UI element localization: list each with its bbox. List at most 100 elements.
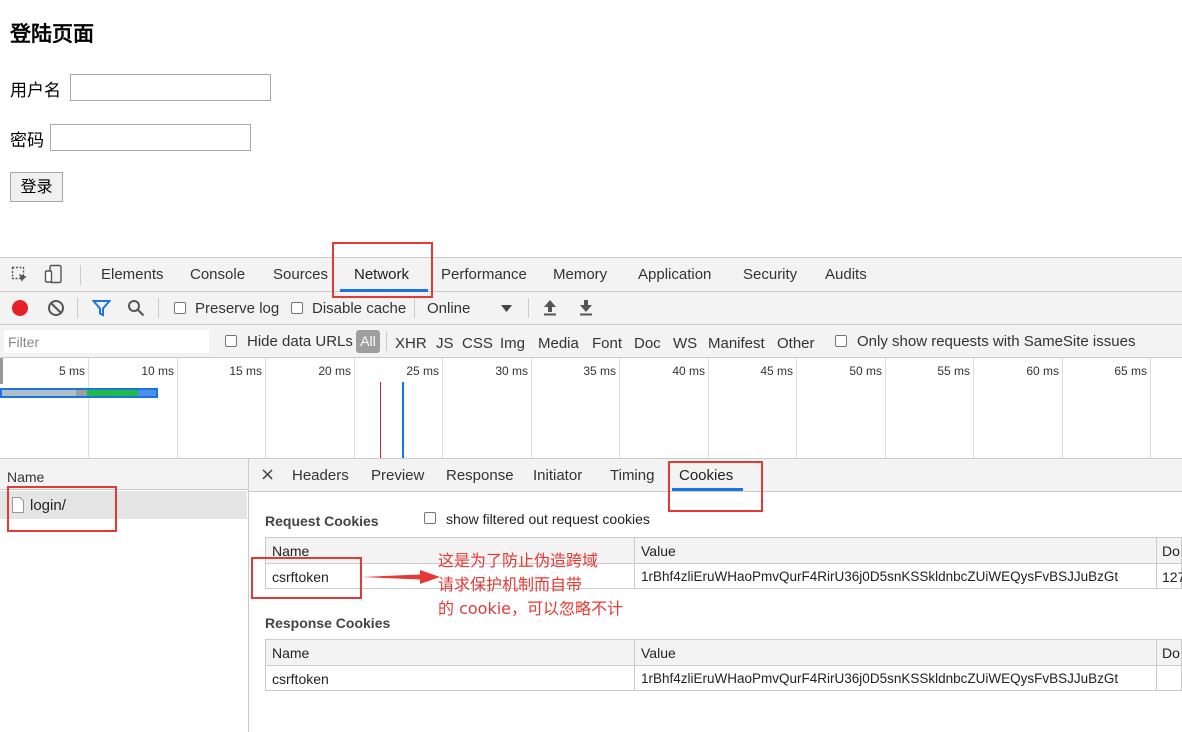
tab-memory[interactable]: Memory xyxy=(553,266,607,283)
network-toolbar: Preserve log Disable cache Online xyxy=(0,292,1182,325)
filter-type-all[interactable]: All xyxy=(356,330,380,353)
tab-application[interactable]: Application xyxy=(638,266,711,283)
timeline-gridline xyxy=(177,358,178,458)
disable-cache-checkbox[interactable] xyxy=(291,302,303,314)
timeline-tick-label: 5 ms xyxy=(58,364,85,378)
filter-type-manifest[interactable]: Manifest xyxy=(708,335,765,352)
timeline-gridline xyxy=(619,358,620,458)
domcontentloaded-marker xyxy=(402,382,404,458)
toolbar-divider xyxy=(80,265,81,285)
timeline-tick-label: 10 ms xyxy=(141,364,174,378)
toolbar-divider xyxy=(528,298,529,318)
filter-type-doc[interactable]: Doc xyxy=(634,335,661,352)
column-divider xyxy=(634,538,635,588)
tab-console[interactable]: Console xyxy=(190,266,245,283)
timeline-gridline xyxy=(708,358,709,458)
annotation-line: 这是为了防止伪造跨域 xyxy=(438,551,599,570)
filter-input[interactable]: Filter xyxy=(4,330,209,353)
export-har-icon[interactable] xyxy=(577,298,595,317)
waterfall-download xyxy=(87,390,138,396)
cookie-name: csrftoken xyxy=(272,671,329,687)
highlight-network-tab xyxy=(332,242,433,298)
network-overview-timeline[interactable]: 5 ms 10 ms 15 ms 20 ms 25 ms 30 ms 35 ms… xyxy=(0,358,1182,459)
samesite-checkbox[interactable] xyxy=(835,335,847,347)
timeline-tick-label: 65 ms xyxy=(1114,364,1147,378)
search-icon[interactable] xyxy=(127,299,145,317)
filter-type-js[interactable]: JS xyxy=(436,335,454,352)
timeline-gridline xyxy=(1150,358,1151,458)
device-toolbar-icon[interactable] xyxy=(44,264,64,284)
username-input[interactable] xyxy=(70,74,271,101)
timeline-tick-label: 35 ms xyxy=(583,364,616,378)
column-divider xyxy=(634,640,635,690)
timeline-gridline xyxy=(442,358,443,458)
preserve-log-checkbox[interactable] xyxy=(174,302,186,314)
tab-timing[interactable]: Timing xyxy=(610,467,654,484)
annotation-arrow-icon xyxy=(362,570,440,584)
timeline-tick-label: 30 ms xyxy=(495,364,528,378)
hide-data-urls-label: Hide data URLs xyxy=(247,333,353,350)
filter-type-other[interactable]: Other xyxy=(777,335,815,352)
column-header-domain[interactable]: Do xyxy=(1162,543,1180,559)
toolbar-divider xyxy=(414,298,415,318)
column-divider xyxy=(1156,640,1157,690)
tab-initiator[interactable]: Initiator xyxy=(533,467,582,484)
tab-sources[interactable]: Sources xyxy=(273,266,328,283)
toolbar-divider xyxy=(77,298,78,318)
column-header-domain[interactable]: Do xyxy=(1162,645,1180,661)
devtools-panel: Elements Console Sources Network Perform… xyxy=(0,257,1182,732)
password-label: 密码 xyxy=(10,131,44,151)
throttling-select[interactable]: Online xyxy=(427,300,470,317)
tab-audits[interactable]: Audits xyxy=(825,266,867,283)
tab-elements[interactable]: Elements xyxy=(101,266,164,283)
waterfall-waiting xyxy=(76,390,87,396)
table-header-row xyxy=(266,640,1181,666)
filter-icon[interactable] xyxy=(92,299,111,317)
show-filtered-checkbox[interactable] xyxy=(424,512,436,524)
samesite-label: Only show requests with SameSite issues xyxy=(857,333,1136,350)
filter-type-xhr[interactable]: XHR xyxy=(395,335,427,352)
tab-response[interactable]: Response xyxy=(446,467,514,484)
tab-performance[interactable]: Performance xyxy=(441,266,527,283)
timeline-tick-label: 15 ms xyxy=(229,364,262,378)
timeline-gridline xyxy=(354,358,355,458)
timeline-gridline xyxy=(885,358,886,458)
timeline-tick-label: 45 ms xyxy=(760,364,793,378)
column-header-name[interactable]: Name xyxy=(272,645,309,661)
password-input[interactable] xyxy=(50,124,251,151)
column-header-value[interactable]: Value xyxy=(641,645,676,661)
filter-type-ws[interactable]: WS xyxy=(673,335,697,352)
timeline-tick-label: 25 ms xyxy=(406,364,439,378)
column-header-value[interactable]: Value xyxy=(641,543,676,559)
filter-type-font[interactable]: Font xyxy=(592,335,622,352)
preserve-log-label: Preserve log xyxy=(195,300,280,317)
tab-security[interactable]: Security xyxy=(743,266,797,283)
name-column-header[interactable]: Name xyxy=(7,469,44,485)
timeline-tick-label: 60 ms xyxy=(1026,364,1059,378)
filter-type-media[interactable]: Media xyxy=(538,335,579,352)
cookie-domain: 127 xyxy=(1162,569,1182,585)
response-cookies-table: Name Value Do csrftoken 1rBhf4zliEruWHao… xyxy=(265,639,1182,691)
timeline-gridline xyxy=(88,358,89,458)
annotation-text: 这是为了防止伪造跨域 请求保护机制而自带 的 cookie，可以忽略不计 xyxy=(438,549,623,621)
hide-data-urls-checkbox[interactable] xyxy=(225,335,237,347)
timeline-tick-label: 55 ms xyxy=(937,364,970,378)
clear-icon[interactable] xyxy=(47,299,65,317)
inspect-element-icon[interactable] xyxy=(11,266,29,284)
close-icon[interactable]: × xyxy=(260,464,275,485)
toolbar-divider xyxy=(386,331,387,351)
waterfall-content xyxy=(138,390,156,396)
tab-headers[interactable]: Headers xyxy=(292,467,349,484)
filter-type-img[interactable]: Img xyxy=(500,335,525,352)
tab-preview[interactable]: Preview xyxy=(371,467,424,484)
import-har-icon[interactable] xyxy=(541,298,559,317)
timeline-drag-handle[interactable] xyxy=(0,358,3,384)
filter-type-css[interactable]: CSS xyxy=(462,335,493,352)
timeline-gridline xyxy=(1062,358,1063,458)
record-icon[interactable] xyxy=(11,299,29,317)
toolbar-divider xyxy=(158,298,159,318)
waterfall-queueing xyxy=(2,390,76,396)
login-button[interactable]: 登录 xyxy=(10,172,63,202)
timeline-tick-label: 50 ms xyxy=(849,364,882,378)
timeline-gridline xyxy=(973,358,974,458)
